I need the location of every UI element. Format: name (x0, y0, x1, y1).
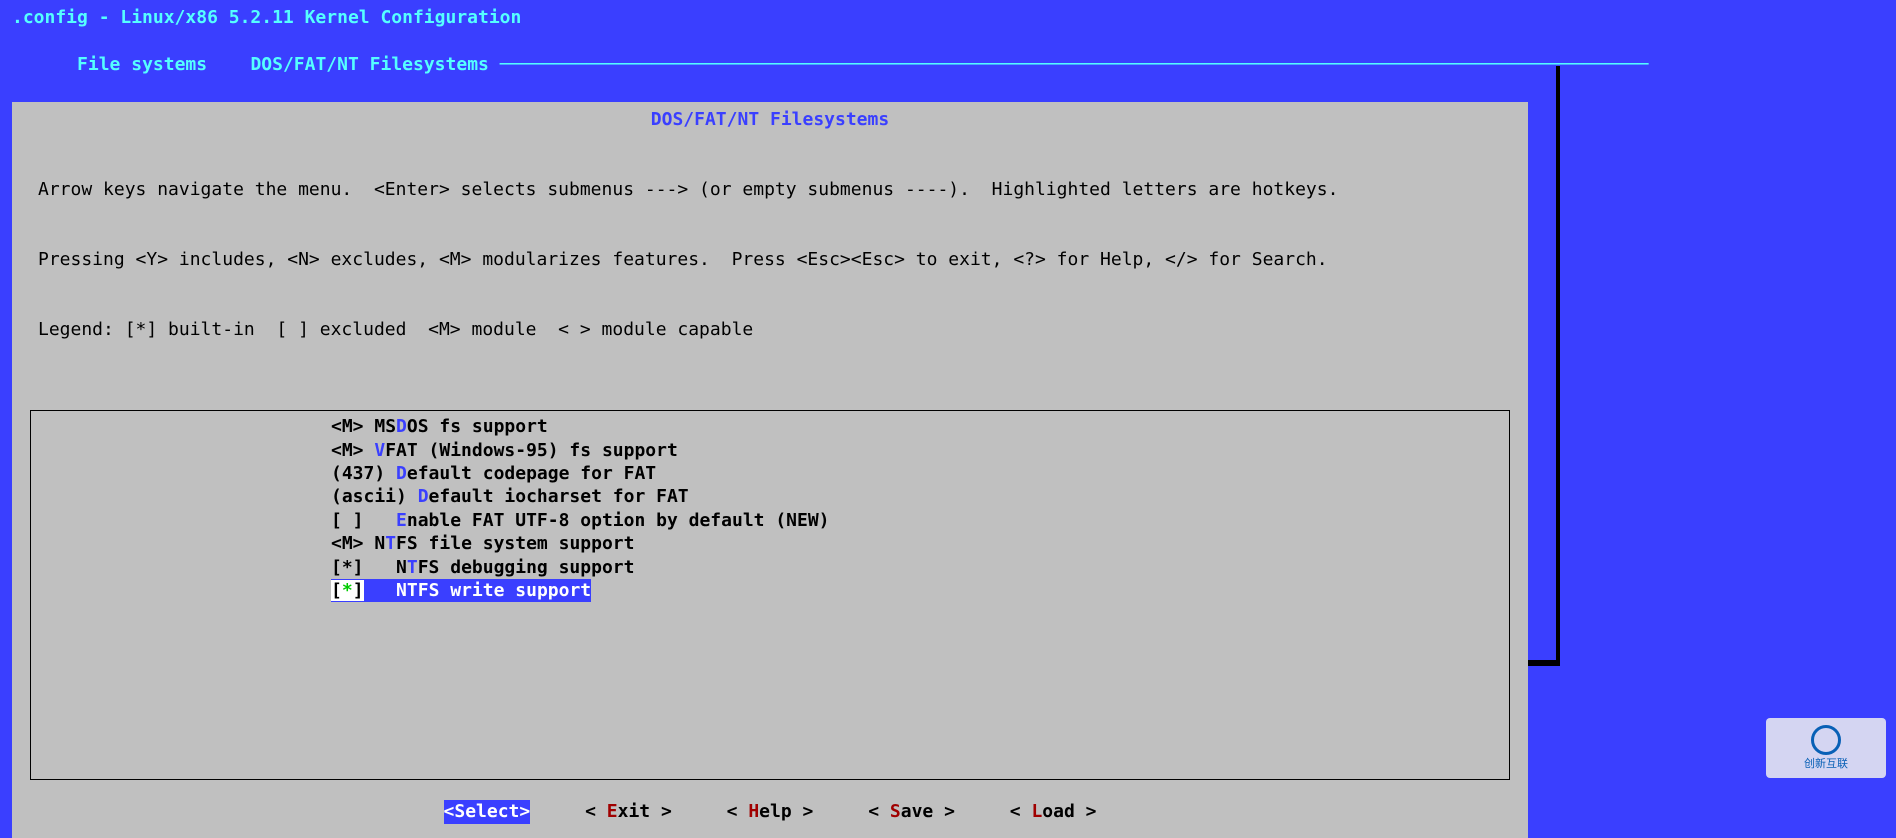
menu-item-utf8[interactable]: [ ] Enable FAT UTF-8 option by default (… (31, 509, 1509, 532)
panel-title: DOS/FAT/NT Filesystems (24, 108, 1516, 131)
help-text: Arrow keys navigate the menu. <Enter> se… (24, 131, 1516, 388)
menu-item-ntfs-write[interactable]: [*] NTFS write support (331, 579, 591, 602)
menu-item-ntfs-debug[interactable]: [*] NTFS debugging support (31, 556, 1509, 579)
watermark-text: 创新互联 (1804, 757, 1848, 771)
save-button[interactable]: < Save > (868, 800, 955, 823)
window-title: .config - Linux/x86 5.2.11 Kernel Config… (12, 6, 1544, 29)
select-button[interactable]: <Select> (444, 800, 531, 823)
menu-item-vfat[interactable]: <M> VFAT (Windows-95) fs support (31, 439, 1509, 462)
menu-item-codepage[interactable]: (437) Default codepage for FAT (31, 462, 1509, 485)
watermark-logo: 创新互联 (1766, 718, 1886, 778)
help-button[interactable]: < Help > (727, 800, 814, 823)
button-row: <Select> < Exit > < Help > < Save > < Lo… (24, 788, 1516, 827)
menu-box: <M> MSDOS fs support <M> VFAT (Windows-9… (30, 410, 1510, 780)
menu-item-ntfs[interactable]: <M> NTFS file system support (31, 532, 1509, 555)
menu-item-iocharset[interactable]: (ascii) Default iocharset for FAT (31, 485, 1509, 508)
main-panel: DOS/FAT/NT Filesystems Arrow keys naviga… (12, 102, 1528, 838)
breadcrumb: File systems DOS/FAT/NT Filesystems ────… (12, 29, 1544, 99)
logo-icon (1811, 725, 1841, 755)
menu-item-msdos[interactable]: <M> MSDOS fs support (31, 415, 1509, 438)
exit-button[interactable]: < Exit > (585, 800, 672, 823)
load-button[interactable]: < Load > (1010, 800, 1097, 823)
